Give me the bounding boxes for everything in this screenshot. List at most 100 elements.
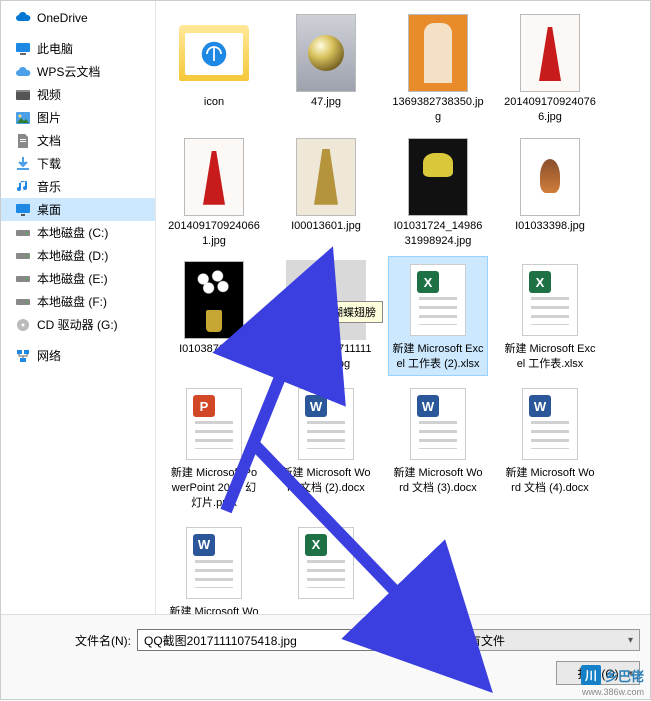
- file-thumbnail: X: [398, 260, 478, 340]
- excel-icon: X: [305, 534, 327, 556]
- file-item[interactable]: X新建 Microsoft Excel 工作表 (2).xlsx: [388, 256, 488, 376]
- sidebar-item-disk[interactable]: 本地磁盘 (C:): [1, 221, 155, 244]
- file-item[interactable]: I01038706.jpg: [164, 256, 264, 376]
- file-item[interactable]: icon: [164, 9, 264, 129]
- file-item[interactable]: W 新建 Microsoft Word 文档 (3).docx: [388, 380, 488, 515]
- tooltip: 黑色水晶蝴蝶翅膀: [281, 301, 383, 323]
- file-thumbnail: [286, 13, 366, 93]
- file-name-label: I01033398.jpg: [515, 219, 585, 234]
- sidebar-item-label: 本地磁盘 (D:): [37, 247, 108, 264]
- excel-icon: X: [529, 271, 551, 293]
- sidebar-item-label: 桌面: [37, 201, 61, 218]
- disk-icon: [15, 225, 31, 241]
- file-thumbnail: W: [174, 523, 254, 603]
- word-icon: W: [529, 395, 551, 417]
- file-thumbnail: [398, 13, 478, 93]
- file-name-label: 新建 Microsoft Excel 工作表.xlsx: [504, 342, 596, 372]
- sidebar-item-label: 此电脑: [37, 40, 73, 57]
- sidebar-item-label: OneDrive: [37, 11, 88, 25]
- file-name-label: 新建 Microsoft Word 文档 (2).docx: [280, 466, 372, 496]
- sidebar-item-network[interactable]: 网络: [1, 344, 155, 367]
- sidebar-item-desktop[interactable]: 桌面: [1, 198, 155, 221]
- disk-icon: [15, 271, 31, 287]
- file-item[interactable]: W新建 Microsoft Word 文档: [164, 519, 264, 614]
- sidebar-item-disk[interactable]: 本地磁盘 (D:): [1, 244, 155, 267]
- cloud-icon: [15, 64, 31, 80]
- file-name-label: icon: [204, 95, 224, 110]
- sidebar-item-documents[interactable]: 文档: [1, 129, 155, 152]
- sidebar-item-this-pc[interactable]: 此电脑: [1, 37, 155, 60]
- network-icon: [15, 348, 31, 364]
- disk-icon: [15, 248, 31, 264]
- file-item[interactable]: X: [276, 519, 376, 614]
- sidebar-item-label: 本地磁盘 (C:): [37, 224, 108, 241]
- file-item[interactable]: I01033398.jpg: [500, 133, 600, 253]
- file-item[interactable]: P 新建 Microsoft PowerPoint 2007 幻灯片.pptx: [164, 380, 264, 515]
- sidebar-item-label: 本地磁盘 (E:): [37, 270, 108, 287]
- file-item[interactable]: 1369382738350.jpg: [388, 9, 488, 129]
- file-item[interactable]: W 新建 Microsoft Word 文档 (2).docx: [276, 380, 376, 515]
- documents-icon: [15, 133, 31, 149]
- file-name-label: 47.jpg: [311, 95, 341, 110]
- powerpoint-icon: P: [193, 395, 215, 417]
- file-name-label: 新建 Microsoft Word 文档 (3).docx: [392, 466, 484, 496]
- file-thumbnail: [510, 137, 590, 217]
- sidebar-item-music[interactable]: 音乐: [1, 175, 155, 198]
- file-name-label: 新建 Microsoft PowerPoint 2007 幻灯片.pptx: [168, 466, 260, 511]
- sidebar-item-cloud[interactable]: WPS云文档: [1, 60, 155, 83]
- file-grid: icon 47.jpg 1369382738350.jpg 2014091709240…: [164, 9, 650, 614]
- file-name-label: 2014091709240661.jpg: [168, 219, 260, 249]
- file-thumbnail: [510, 13, 590, 93]
- file-item[interactable]: X 新建 Microsoft Excel 工作表.xlsx: [500, 256, 600, 376]
- sidebar-item-disk[interactable]: 本地磁盘 (F:): [1, 290, 155, 313]
- file-name-label: I01031724_1498631998924.jpg: [392, 219, 484, 249]
- sidebar-item-label: 网络: [37, 347, 61, 364]
- file-filter-dropdown[interactable]: 所有文件: [450, 629, 640, 651]
- sidebar-item-onedrive[interactable]: OneDrive: [1, 7, 155, 29]
- pictures-icon: [15, 110, 31, 126]
- file-content-area: icon 47.jpg 1369382738350.jpg 2014091709240…: [156, 1, 650, 614]
- sidebar-item-label: 文档: [37, 132, 61, 149]
- file-thumbnail: P: [174, 384, 254, 464]
- file-thumbnail: [398, 137, 478, 217]
- sidebar-item-label: 音乐: [37, 178, 61, 195]
- file-name-label: I01038706.jpg: [179, 342, 249, 357]
- file-thumbnail: W: [510, 384, 590, 464]
- file-thumbnail: [174, 260, 254, 340]
- sidebar-item-cd[interactable]: CD 驱动器 (G:): [1, 313, 155, 336]
- file-thumbnail: [174, 13, 254, 93]
- cd-icon: [15, 317, 31, 333]
- sidebar-item-video[interactable]: 视频: [1, 83, 155, 106]
- file-item[interactable]: 2014091709240766.jpg: [500, 9, 600, 129]
- file-item[interactable]: W 新建 Microsoft Word 文档 (4).docx: [500, 380, 600, 515]
- sidebar-item-disk[interactable]: 本地磁盘 (E:): [1, 267, 155, 290]
- file-thumbnail: X: [510, 260, 590, 340]
- downloads-icon: [15, 156, 31, 172]
- word-icon: W: [305, 395, 327, 417]
- file-item[interactable]: I01031724_1498631998924.jpg: [388, 133, 488, 253]
- filename-label: 文件名(N):: [75, 632, 131, 649]
- file-item[interactable]: 2014091709240661.jpg: [164, 133, 264, 253]
- file-name-label: QQ截图20171111107541.jpg: [280, 342, 372, 372]
- file-name-label: 新建 Microsoft Word 文档 (4).docx: [504, 466, 596, 496]
- sidebar-item-downloads[interactable]: 下载: [1, 152, 155, 175]
- file-thumbnail: X: [286, 523, 366, 603]
- file-thumbnail: W: [286, 384, 366, 464]
- file-item[interactable]: 47.jpg: [276, 9, 376, 129]
- sidebar-item-label: 图片: [37, 109, 61, 126]
- word-icon: W: [417, 395, 439, 417]
- file-name-label: I00013601.jpg: [291, 219, 361, 234]
- sidebar-item-pictures[interactable]: 图片: [1, 106, 155, 129]
- music-icon: [15, 179, 31, 195]
- file-item[interactable]: I00013601.jpg: [276, 133, 376, 253]
- sidebar-item-label: WPS云文档: [37, 63, 100, 80]
- excel-icon: X: [417, 271, 439, 293]
- watermark: 川 乡巴佬 www.386w.com: [581, 665, 644, 685]
- navigation-sidebar: OneDrive 此电脑 WPS云文档视频图片文档下载音乐桌面本地磁盘 (C:) 本地…: [1, 1, 156, 614]
- file-name-label: 2014091709240766.jpg: [504, 95, 596, 125]
- filename-input[interactable]: [137, 629, 444, 651]
- file-name-label: 1369382738350.jpg: [392, 95, 484, 125]
- disk-icon: [15, 294, 31, 310]
- video-icon: [15, 87, 31, 103]
- file-thumbnail: [174, 137, 254, 217]
